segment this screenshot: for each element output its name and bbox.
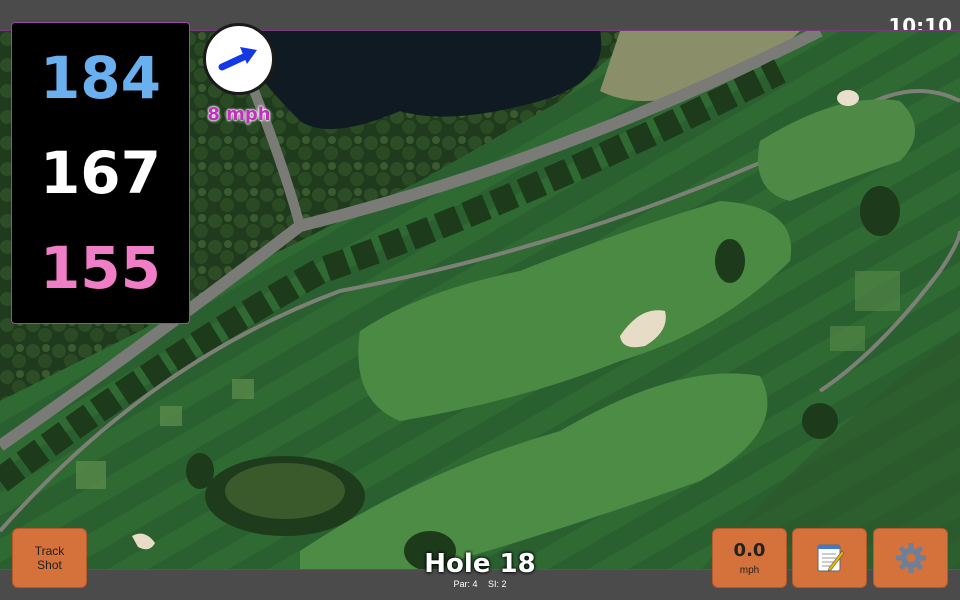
speed-unit: mph — [739, 565, 760, 576]
middle-yardage: 167 — [39, 138, 162, 207]
arrow-icon — [218, 47, 257, 71]
hole-stroke-index: SI: 2 — [488, 579, 507, 589]
gear-icon — [895, 543, 926, 573]
track-shot-button[interactable]: Track Shot — [12, 528, 87, 588]
back-yardage: 184 — [39, 44, 162, 113]
wind-indicator — [203, 23, 275, 95]
golf-gps-app: 10:10 184 167 155 8 mph Track Shot 0.0 m… — [0, 0, 960, 600]
hole-meta: Par: 4 SI: 2 — [380, 579, 580, 589]
notes-button[interactable] — [792, 528, 867, 588]
speed-value: 0.0 — [733, 540, 766, 561]
hole-par: Par: 4 — [453, 579, 478, 589]
speed-button[interactable]: 0.0 mph — [712, 528, 787, 588]
wind-speed: 8 mph — [207, 104, 271, 125]
yardage-panel: 184 167 155 — [11, 22, 190, 324]
settings-button[interactable] — [873, 528, 948, 588]
hole-info: Hole 18 Par: 4 SI: 2 — [380, 550, 580, 589]
hole-title: Hole 18 — [424, 549, 536, 579]
track-shot-label: Track Shot — [34, 544, 65, 572]
front-yardage: 155 — [39, 233, 162, 302]
notepad-icon — [817, 544, 844, 572]
